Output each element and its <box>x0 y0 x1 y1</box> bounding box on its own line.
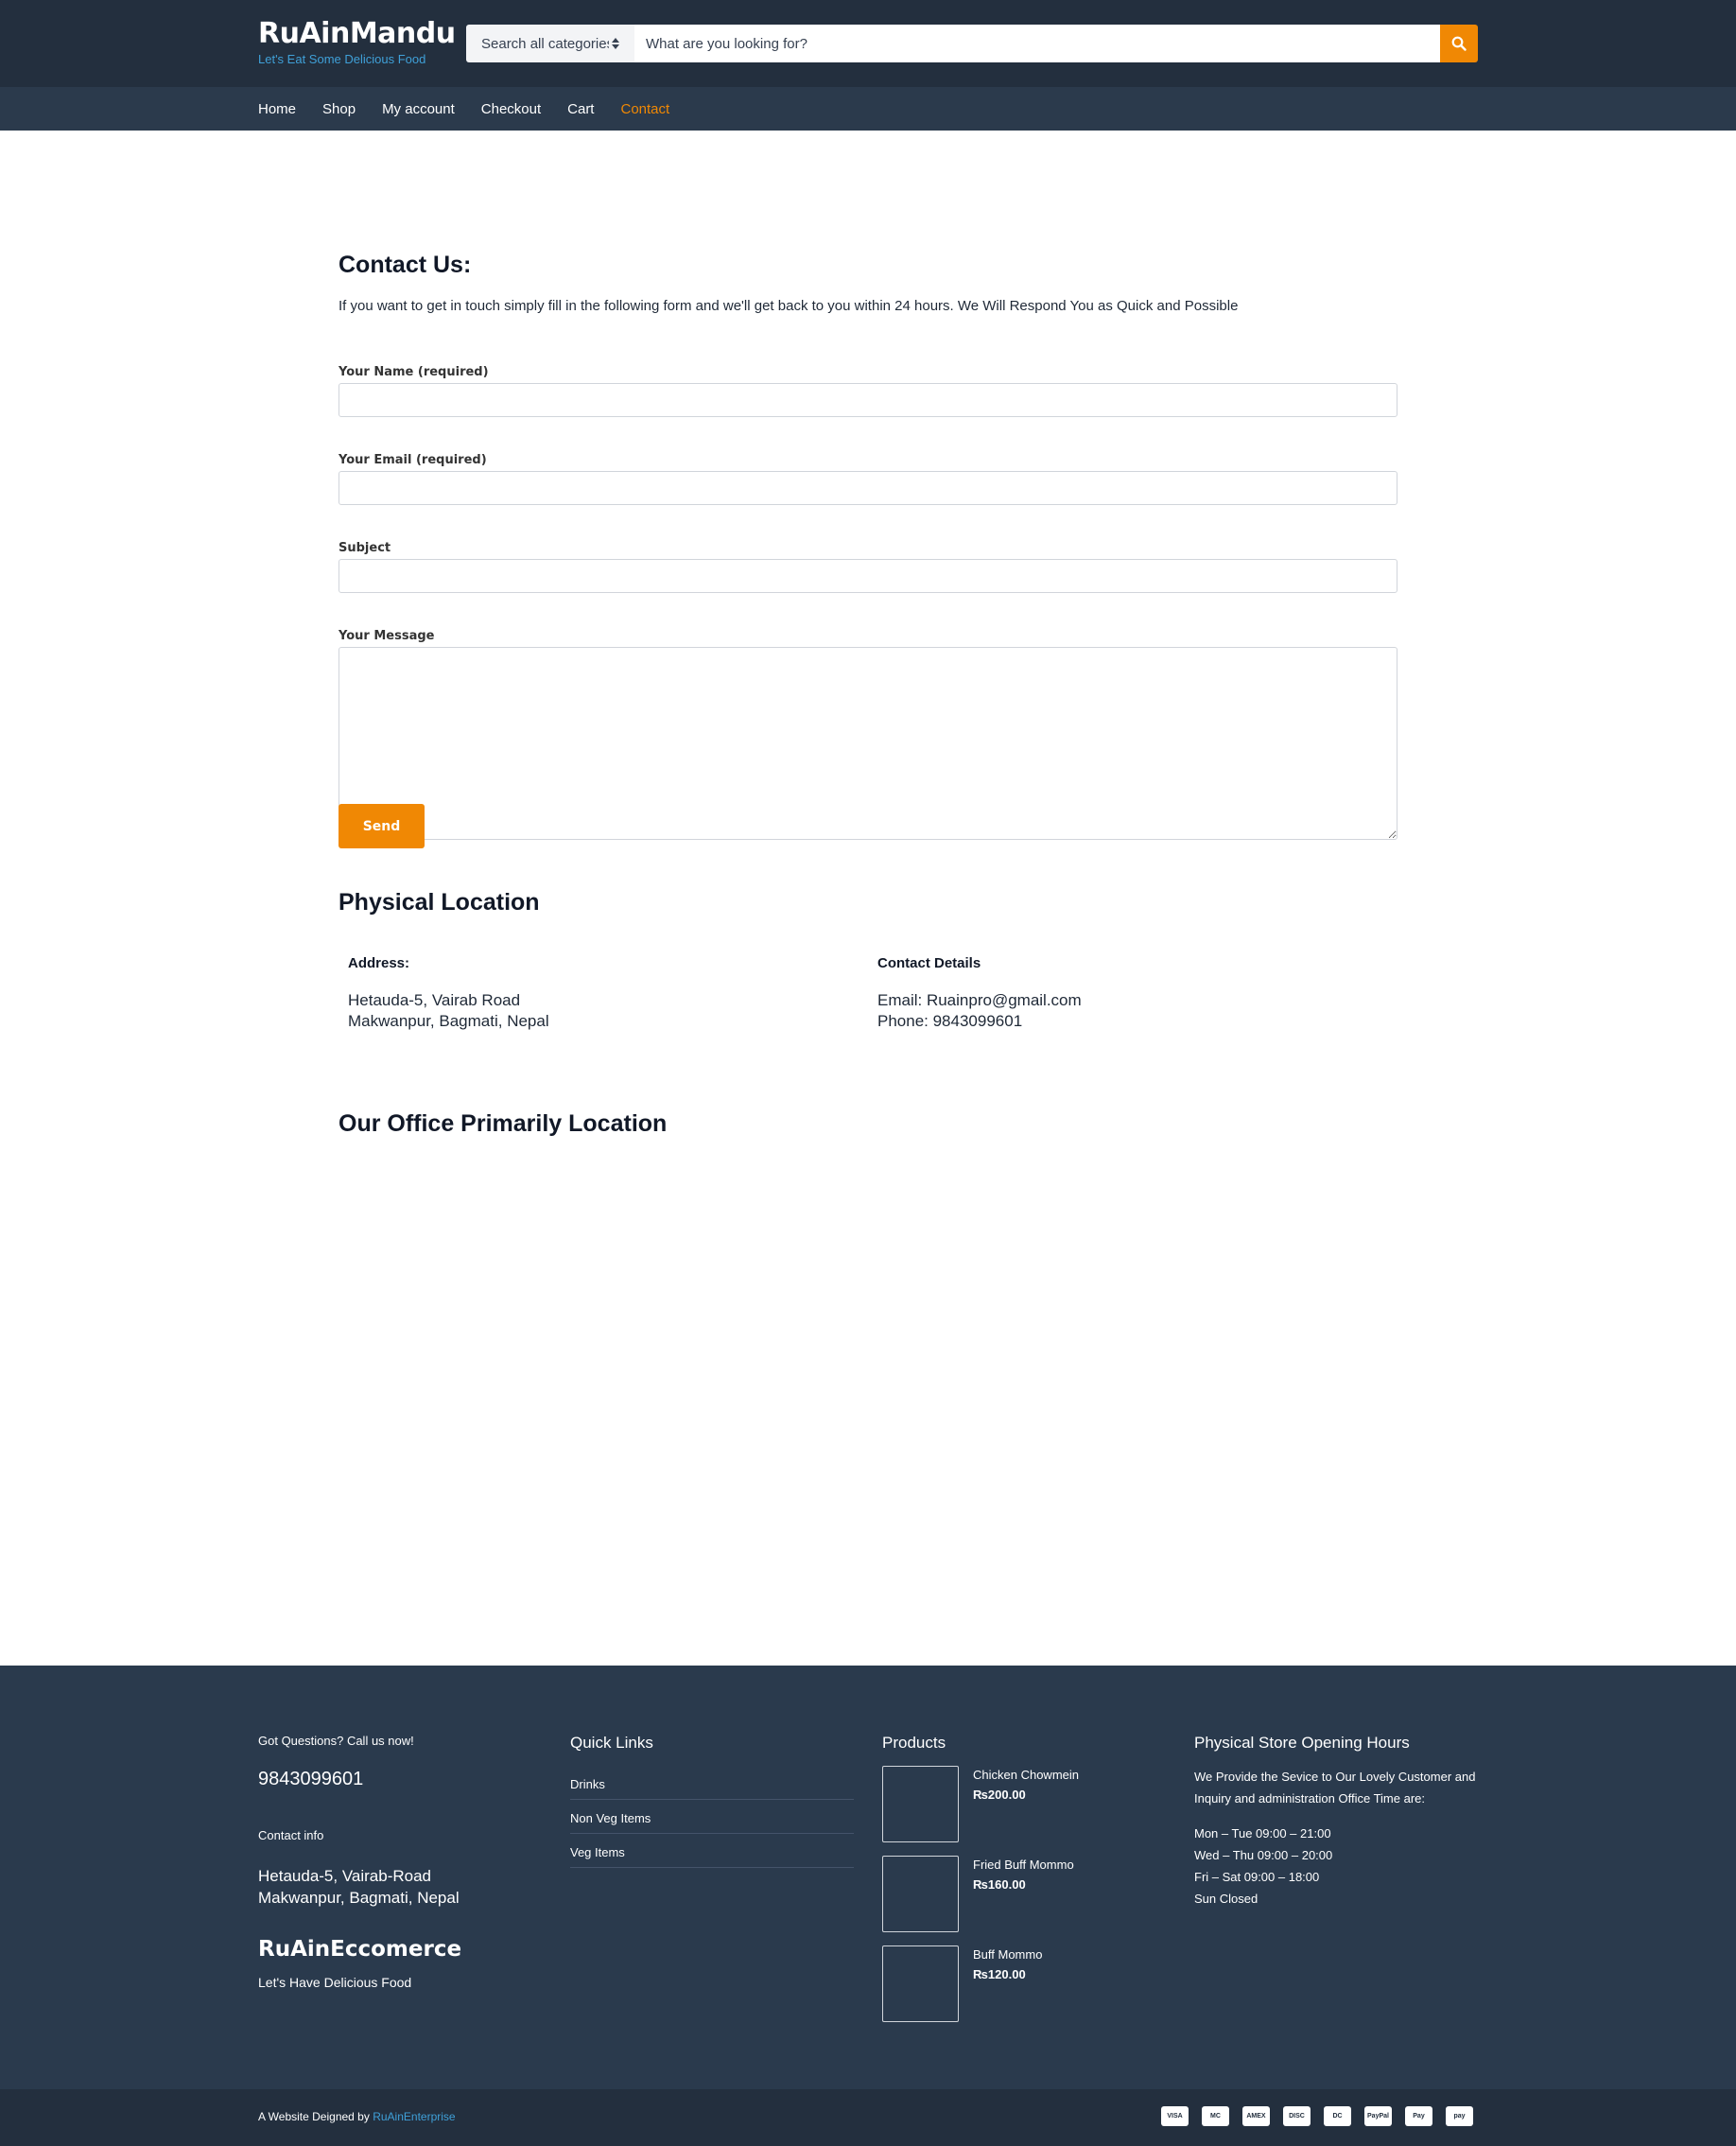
footer-bottom-bar: A Website Deigned by RuAinEnterprise VIS… <box>0 2089 1736 2146</box>
nav-my-account[interactable]: My account <box>382 101 455 117</box>
subject-field[interactable] <box>339 559 1397 593</box>
message-label: Your Message <box>339 629 435 643</box>
footer-products-column: Products Chicken Chowmein ₨200.00 Fried … <box>882 1734 1079 2022</box>
contact-intro: Contact Us: If you want to get in touch … <box>339 252 1397 314</box>
send-button[interactable]: Send <box>339 804 425 848</box>
address-block: Address: Hetauda-5, Vairab Road Makwanpu… <box>348 955 821 1032</box>
footer-address-line-2: Makwanpur, Bagmati, Nepal <box>258 1889 460 1907</box>
quick-links-list: Drinks Non Veg Items Veg Items <box>570 1766 854 1868</box>
site-logo[interactable]: RuAinMandu Let's Eat Some Delicious Food <box>258 17 456 66</box>
contact-form: Your Name (required) Your Email (require… <box>339 365 1397 840</box>
category-select[interactable]: Search all categories <box>466 25 634 62</box>
site-credit: A Website Deigned by RuAinEnterprise <box>258 2110 456 2123</box>
footer-questions: Got Questions? Call us now! <box>258 1734 414 1748</box>
quick-link-non-veg[interactable]: Non Veg Items <box>570 1800 854 1834</box>
footer-contact-column: Got Questions? Call us now! 9843099601 C… <box>258 1734 542 1990</box>
address-heading: Address: <box>348 955 410 971</box>
name-label: Your Name (required) <box>339 365 489 379</box>
opening-hours-intro: We Provide the Sevice to Our Lovely Cust… <box>1194 1770 1476 1806</box>
quick-link-veg[interactable]: Veg Items <box>570 1834 854 1868</box>
contact-intro-text: If you want to get in touch simply fill … <box>339 298 1239 314</box>
site-footer: Got Questions? Call us now! 9843099601 C… <box>0 1666 1736 2089</box>
product-price: ₨120.00 <box>973 1967 1026 1981</box>
products-heading: Products <box>882 1734 946 1752</box>
visa-icon: VISA <box>1161 2106 1189 2126</box>
top-header: RuAinMandu Let's Eat Some Delicious Food… <box>0 0 1736 87</box>
footer-contact-info-label: Contact info <box>258 1828 324 1842</box>
product-price: ₨200.00 <box>973 1788 1026 1802</box>
mastercard-icon: MC <box>1202 2106 1229 2126</box>
address-line-2: Makwanpur, Bagmati, Nepal <box>348 1012 549 1030</box>
office-location-heading: Our Office Primarily Location <box>339 1110 668 1137</box>
page-title: Contact Us: <box>339 252 472 278</box>
nav-home[interactable]: Home <box>258 101 296 117</box>
subject-label: Subject <box>339 541 391 555</box>
category-select-value: Search all categories <box>481 35 609 52</box>
email-field[interactable] <box>339 471 1397 505</box>
hours-row: Sun Closed <box>1194 1892 1259 1906</box>
contact-phone: Phone: 9843099601 <box>877 1012 1023 1030</box>
payment-methods: VISA MC AMEX DISC DC PayPal Pay pay <box>1161 2106 1486 2126</box>
diners-icon: DC <box>1324 2106 1351 2126</box>
search-button[interactable] <box>1440 25 1478 62</box>
contact-details-block: Contact Details Email: Ruainpro@gmail.co… <box>877 955 1350 1032</box>
sort-arrows-icon <box>612 38 619 49</box>
product-name[interactable]: Buff Mommo <box>973 1947 1042 1962</box>
product-thumbnail[interactable] <box>882 1945 959 2022</box>
quick-link-drinks[interactable]: Drinks <box>570 1766 854 1800</box>
search-bar: Search all categories <box>466 25 1478 62</box>
opening-hours-list: Mon – Tue 09:00 – 21:00 Wed – Thu 09:00 … <box>1194 1823 1487 1910</box>
product-name[interactable]: Fried Buff Mommo <box>973 1858 1074 1872</box>
email-label: Your Email (required) <box>339 453 487 467</box>
discover-icon: DISC <box>1283 2106 1311 2126</box>
hours-row: Mon – Tue 09:00 – 21:00 <box>1194 1826 1331 1841</box>
contact-details-heading: Contact Details <box>877 955 981 971</box>
site-tagline: Let's Eat Some Delicious Food <box>258 52 426 66</box>
opening-hours-heading: Physical Store Opening Hours <box>1194 1734 1410 1752</box>
apple-pay-icon: Pay <box>1405 2106 1432 2126</box>
nav-checkout[interactable]: Checkout <box>481 101 541 117</box>
nav-shop[interactable]: Shop <box>322 101 356 117</box>
product-price: ₨160.00 <box>973 1877 1026 1892</box>
product-thumbnail[interactable] <box>882 1766 959 1842</box>
amex-icon: AMEX <box>1242 2106 1270 2126</box>
footer-address-line-1: Hetauda-5, Vairab-Road <box>258 1867 432 1885</box>
credit-text: A Website Deigned by <box>258 2110 370 2123</box>
main-navigation: Home Shop My account Checkout Cart Conta… <box>0 87 1736 131</box>
product-item[interactable]: Buff Mommo ₨120.00 <box>882 1945 1079 2022</box>
site-title[interactable]: RuAinMandu <box>258 17 456 50</box>
hours-row: Fri – Sat 09:00 – 18:00 <box>1194 1870 1320 1884</box>
quick-links-heading: Quick Links <box>570 1734 653 1752</box>
footer-hours-column: Physical Store Opening Hours We Provide … <box>1194 1734 1487 1910</box>
paypal-icon: PayPal <box>1364 2106 1392 2126</box>
product-name[interactable]: Chicken Chowmein <box>973 1768 1079 1782</box>
hours-row: Wed – Thu 09:00 – 20:00 <box>1194 1848 1333 1862</box>
physical-location-heading: Physical Location <box>339 889 540 916</box>
address-line-1: Hetauda-5, Vairab Road <box>348 991 521 1009</box>
contact-email: Email: Ruainpro@gmail.com <box>877 991 1082 1009</box>
footer-brand: RuAinEccomerce <box>258 1937 462 1962</box>
search-input[interactable] <box>634 25 1440 62</box>
footer-phone[interactable]: 9843099601 <box>258 1769 542 1790</box>
footer-address: Hetauda-5, Vairab-Road Makwanpur, Bagmat… <box>258 1865 542 1909</box>
footer-brand-tagline: Let's Have Delicious Food <box>258 1975 412 1990</box>
product-item[interactable]: Chicken Chowmein ₨200.00 <box>882 1766 1079 1842</box>
amazon-pay-icon: pay <box>1446 2106 1473 2126</box>
nav-contact[interactable]: Contact <box>620 101 669 117</box>
name-field[interactable] <box>339 383 1397 417</box>
search-icon <box>1451 36 1467 51</box>
credit-link[interactable]: RuAinEnterprise <box>373 2110 455 2123</box>
nav-menu: Home Shop My account Checkout Cart Conta… <box>258 87 696 131</box>
nav-cart[interactable]: Cart <box>567 101 594 117</box>
message-field[interactable] <box>339 647 1397 840</box>
product-thumbnail[interactable] <box>882 1856 959 1932</box>
footer-quick-links-column: Quick Links Drinks Non Veg Items Veg Ite… <box>570 1734 854 1868</box>
product-item[interactable]: Fried Buff Mommo ₨160.00 <box>882 1856 1079 1932</box>
